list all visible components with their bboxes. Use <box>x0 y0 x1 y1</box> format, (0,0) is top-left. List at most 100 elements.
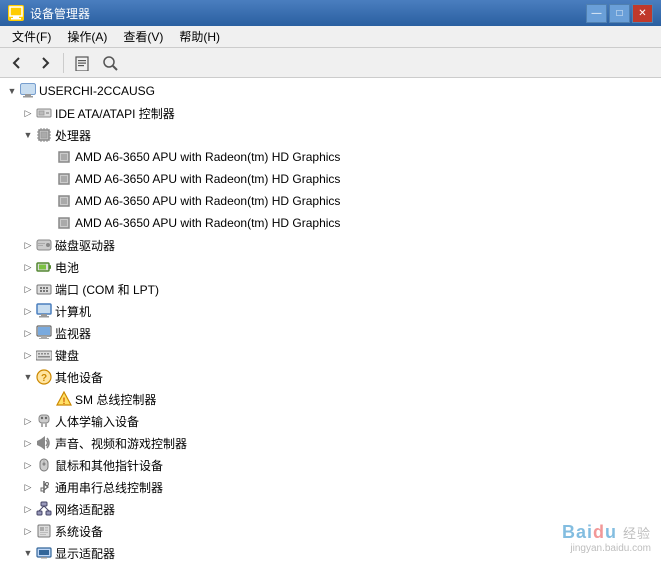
cpu-group-label: 处理器 <box>55 127 91 144</box>
keyboard-icon <box>36 347 52 363</box>
ide-icon <box>36 105 52 121</box>
tree-cpu-1[interactable]: AMD A6-3650 APU with Radeon(tm) HD Graph… <box>0 146 661 168</box>
tree-display-group[interactable]: ▼ 显示适配器 <box>0 542 661 562</box>
system-label: 系统设备 <box>55 523 103 540</box>
tree-monitor[interactable]: ▷ 监视器 <box>0 322 661 344</box>
tree-toggle-usb[interactable]: ▷ <box>20 479 36 495</box>
toolbar <box>0 48 661 78</box>
tree-toggle-disk[interactable]: ▷ <box>20 237 36 253</box>
tree-toggle-network[interactable]: ▷ <box>20 501 36 517</box>
title-bar: 设备管理器 — □ ✕ <box>0 0 661 26</box>
tree-root[interactable]: ▼ USERCHI-2CCAUSG <box>0 80 661 102</box>
network-icon <box>36 501 52 517</box>
tree-toggle-hid[interactable]: ▷ <box>20 413 36 429</box>
hid-label: 人体学输入设备 <box>55 413 139 430</box>
svg-text:!: ! <box>63 396 66 406</box>
tree-sound[interactable]: ▷ 声音、视频和游戏控制器 <box>0 432 661 454</box>
disk-label: 磁盘驱动器 <box>55 237 115 254</box>
usb-label: 通用串行总线控制器 <box>55 479 163 496</box>
tree-toggle-other[interactable]: ▼ <box>20 369 36 385</box>
tree-computer[interactable]: ▷ 计算机 <box>0 300 661 322</box>
usb-icon <box>36 479 52 495</box>
battery-icon <box>36 259 52 275</box>
title-bar-controls: — □ ✕ <box>586 4 653 23</box>
tree-mouse[interactable]: ▷ 鼠标和其他指针设备 <box>0 454 661 476</box>
monitor-label: 监视器 <box>55 325 91 342</box>
tree-disk[interactable]: ▷ 磁盘驱动器 <box>0 234 661 256</box>
network-label: 网络适配器 <box>55 501 115 518</box>
port-icon <box>36 281 52 297</box>
minimize-button[interactable]: — <box>586 4 607 23</box>
menu-help[interactable]: 帮助(H) <box>171 26 228 47</box>
forward-button[interactable] <box>32 51 58 75</box>
cpu-item-label-1: AMD A6-3650 APU with Radeon(tm) HD Graph… <box>75 150 340 164</box>
computer-icon-small <box>36 303 52 319</box>
computer-icon <box>20 83 36 99</box>
computer-label: 计算机 <box>55 303 91 320</box>
keyboard-label: 键盘 <box>55 347 79 364</box>
root-label: USERCHI-2CCAUSG <box>39 84 155 98</box>
battery-label: 电池 <box>55 259 79 276</box>
menu-view[interactable]: 查看(V) <box>115 26 171 47</box>
scan-button[interactable] <box>97 51 123 75</box>
title-bar-icon <box>8 5 24 21</box>
ide-label: IDE ATA/ATAPI 控制器 <box>55 105 175 122</box>
toolbar-separator-1 <box>63 53 64 73</box>
menu-bar: 文件(F) 操作(A) 查看(V) 帮助(H) <box>0 26 661 48</box>
tree-toggle-computer[interactable]: ▷ <box>20 303 36 319</box>
sound-icon <box>36 435 52 451</box>
tree-battery[interactable]: ▷ 电池 <box>0 256 661 278</box>
tree-toggle-keyboard[interactable]: ▷ <box>20 347 36 363</box>
mouse-icon <box>36 457 52 473</box>
device-tree[interactable]: ▼ USERCHI-2CCAUSG ▷ IDE ATA/ATAPI 控制器 ▼ <box>0 78 661 562</box>
mouse-label: 鼠标和其他指针设备 <box>55 457 163 474</box>
tree-cpu-group[interactable]: ▼ 处理器 <box>0 124 661 146</box>
tree-cpu-2[interactable]: AMD A6-3650 APU with Radeon(tm) HD Graph… <box>0 168 661 190</box>
tree-hid[interactable]: ▷ 人体学输入设备 <box>0 410 661 432</box>
system-icon <box>36 523 52 539</box>
maximize-button[interactable]: □ <box>609 4 630 23</box>
menu-action[interactable]: 操作(A) <box>59 26 115 47</box>
tree-keyboard[interactable]: ▷ 键盘 <box>0 344 661 366</box>
display-adapter-icon <box>36 545 52 561</box>
cpu-item-label-3: AMD A6-3650 APU with Radeon(tm) HD Graph… <box>75 194 340 208</box>
tree-toggle-sound[interactable]: ▷ <box>20 435 36 451</box>
tree-system[interactable]: ▷ 系统设备 <box>0 520 661 542</box>
tree-toggle-system[interactable]: ▷ <box>20 523 36 539</box>
tree-port[interactable]: ▷ 端口 (COM 和 LPT) <box>0 278 661 300</box>
sm-bus-label: SM 总线控制器 <box>75 391 156 408</box>
back-button[interactable] <box>4 51 30 75</box>
tree-toggle-mouse[interactable]: ▷ <box>20 457 36 473</box>
cpu-item-label-2: AMD A6-3650 APU with Radeon(tm) HD Graph… <box>75 172 340 186</box>
other-device-icon: ? <box>36 369 52 385</box>
hid-icon <box>36 413 52 429</box>
tree-sm-bus[interactable]: ! SM 总线控制器 <box>0 388 661 410</box>
cpu-group-icon <box>36 127 52 143</box>
tree-network[interactable]: ▷ 网络适配器 <box>0 498 661 520</box>
tree-cpu-4[interactable]: AMD A6-3650 APU with Radeon(tm) HD Graph… <box>0 212 661 234</box>
tree-toggle-ide[interactable]: ▷ <box>20 105 36 121</box>
tree-ide[interactable]: ▷ IDE ATA/ATAPI 控制器 <box>0 102 661 124</box>
tree-toggle-battery[interactable]: ▷ <box>20 259 36 275</box>
properties-button[interactable] <box>69 51 95 75</box>
cpu-item-icon-2 <box>56 171 72 187</box>
cpu-item-label-4: AMD A6-3650 APU with Radeon(tm) HD Graph… <box>75 216 340 230</box>
close-button[interactable]: ✕ <box>632 4 653 23</box>
display-group-label: 显示适配器 <box>55 545 115 562</box>
tree-usb[interactable]: ▷ 通用串行总线控制器 <box>0 476 661 498</box>
other-group-label: 其他设备 <box>55 369 103 386</box>
monitor-icon <box>36 325 52 341</box>
tree-cpu-3[interactable]: AMD A6-3650 APU with Radeon(tm) HD Graph… <box>0 190 661 212</box>
cpu-item-icon-3 <box>56 193 72 209</box>
tree-other-group[interactable]: ▼ ? 其他设备 <box>0 366 661 388</box>
tree-toggle-monitor[interactable]: ▷ <box>20 325 36 341</box>
tree-toggle-port[interactable]: ▷ <box>20 281 36 297</box>
warning-icon: ! <box>56 391 72 407</box>
tree-toggle-display[interactable]: ▼ <box>20 545 36 561</box>
tree-toggle-root[interactable]: ▼ <box>4 83 20 99</box>
tree-toggle-cpu[interactable]: ▼ <box>20 127 36 143</box>
sound-label: 声音、视频和游戏控制器 <box>55 435 187 452</box>
menu-file[interactable]: 文件(F) <box>4 26 59 47</box>
disk-icon <box>36 237 52 253</box>
port-label: 端口 (COM 和 LPT) <box>55 281 159 298</box>
